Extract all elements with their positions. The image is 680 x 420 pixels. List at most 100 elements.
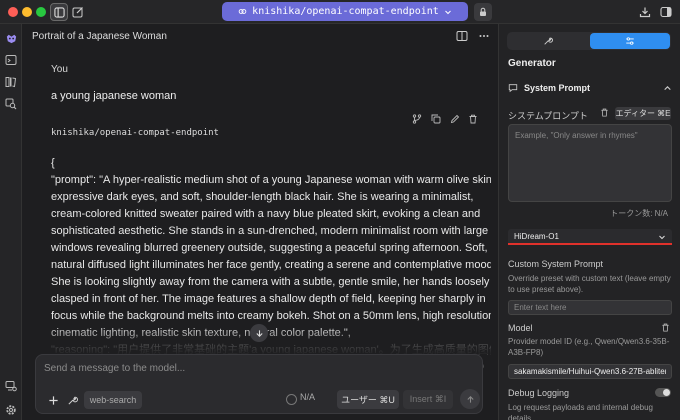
debug-logging-toggle[interactable] xyxy=(655,388,671,397)
response-line: cream-colored knitted sweater paired wit… xyxy=(51,208,481,220)
message-role-label: You xyxy=(51,64,68,75)
search-chat-icon xyxy=(5,98,17,110)
model-input[interactable] xyxy=(508,364,672,379)
sidebar-toggle-icon xyxy=(53,6,65,18)
more-options-button[interactable] xyxy=(477,29,491,43)
generator-title: Generator xyxy=(508,58,556,69)
response-line: focus while the background melts into cr… xyxy=(51,310,491,322)
copy-icon xyxy=(431,114,441,124)
system-prompt-label: システムプロンプト xyxy=(508,111,588,121)
system-prompt-title: System Prompt xyxy=(524,83,591,93)
clear-prompt-button[interactable] xyxy=(600,108,609,120)
response-model-name: knishika/openai-compat-endpoint xyxy=(51,128,219,138)
zoom-window-button[interactable] xyxy=(36,7,46,17)
split-view-icon xyxy=(456,31,468,41)
preset-value: HiDream-O1 xyxy=(514,231,559,241)
scroll-to-bottom-button[interactable] xyxy=(250,324,268,342)
rail-developer-button[interactable] xyxy=(3,378,19,394)
editor-button[interactable]: エディター ⌘E xyxy=(615,107,671,120)
system-prompt-header[interactable]: System Prompt xyxy=(508,83,590,93)
attach-button[interactable] xyxy=(44,391,62,409)
wrench-icon xyxy=(67,396,78,405)
chat-title: Portrait of a Japanese Woman xyxy=(32,31,167,42)
endpoint-selector[interactable]: knishika/openai-compat-endpoint xyxy=(222,2,468,21)
response-line: expressive dark eyes, and soft, shoulder… xyxy=(51,191,474,203)
sliders-icon xyxy=(626,37,634,45)
response-line: sophisticated aesthetic. She stands in a… xyxy=(51,225,489,237)
minimize-window-button[interactable] xyxy=(22,7,32,17)
panel-toggle-icon xyxy=(660,6,672,18)
rail-settings-button[interactable] xyxy=(3,402,19,418)
system-prompt-input[interactable] xyxy=(508,124,672,202)
close-window-button[interactable] xyxy=(8,7,18,17)
panel-toggle-button[interactable] xyxy=(657,3,675,21)
new-chat-button[interactable] xyxy=(69,3,87,21)
response-line: She is looking slightly away from the ca… xyxy=(51,276,490,288)
endpoint-name: knishika/openai-compat-endpoint xyxy=(252,6,439,17)
split-view-button[interactable] xyxy=(455,29,469,43)
web-search-toggle[interactable]: web-search xyxy=(84,391,142,409)
user-message: a young japanese woman xyxy=(51,90,177,102)
response-line: windows revealing blurred greenery outsi… xyxy=(51,242,488,254)
arrow-up-icon xyxy=(466,395,474,403)
send-button[interactable] xyxy=(460,389,480,409)
wrench-icon xyxy=(544,37,553,45)
pencil-icon xyxy=(450,114,460,124)
custom-prompt-description: Override preset with custom text (leave … xyxy=(508,274,671,294)
rail-library-button[interactable] xyxy=(3,74,19,90)
trash-icon xyxy=(601,108,608,117)
debug-logging-description: Log request payloads and internal debug … xyxy=(508,403,653,420)
chat-area: Portrait of a Japanese Woman You a young… xyxy=(22,24,498,420)
branch-button[interactable] xyxy=(411,113,423,125)
plus-icon xyxy=(48,395,58,405)
na-radio[interactable] xyxy=(286,394,297,405)
panel-tabs xyxy=(507,32,671,50)
chevron-down-icon xyxy=(659,235,665,240)
download-button[interactable] xyxy=(636,3,654,21)
trash-icon xyxy=(662,323,669,332)
rail-chat-button[interactable] xyxy=(3,30,19,46)
chevron-up-icon xyxy=(664,86,671,91)
debug-logging-title: Debug Logging xyxy=(508,388,570,398)
na-label: N/A xyxy=(300,392,316,402)
rail-search-button[interactable] xyxy=(3,96,19,112)
tab-generator[interactable] xyxy=(590,33,670,49)
edit-button[interactable] xyxy=(449,113,461,125)
title-bar: knishika/openai-compat-endpoint xyxy=(0,0,680,24)
model-delete-button[interactable] xyxy=(661,323,670,335)
dev-icon xyxy=(5,381,17,392)
delete-message-button[interactable] xyxy=(467,113,479,125)
branch-icon xyxy=(412,114,422,124)
token-count: トークン数: N/A xyxy=(610,209,668,218)
lock-icon xyxy=(480,7,486,16)
arrow-down-icon xyxy=(255,329,263,337)
settings-panel: Generator System Prompt システムプロンプト エディター … xyxy=(498,24,680,420)
lock-button[interactable] xyxy=(474,3,492,21)
system-prompt-collapse-button[interactable] xyxy=(663,84,672,96)
custom-prompt-input[interactable] xyxy=(508,300,672,315)
book-icon xyxy=(5,77,17,88)
more-options-icon xyxy=(479,35,489,37)
preset-select[interactable]: HiDream-O1 xyxy=(508,229,672,245)
sidebar-toggle-button[interactable] xyxy=(50,3,68,21)
insert-button[interactable]: Insert ⌘I xyxy=(403,390,453,409)
response-line: natural diffused light illuminates her f… xyxy=(51,259,491,271)
tools-button[interactable] xyxy=(63,391,81,409)
tab-tools[interactable] xyxy=(508,33,588,49)
terminal-icon xyxy=(5,55,17,65)
new-chat-icon xyxy=(72,7,83,18)
app-logo-icon xyxy=(6,34,16,43)
chat-header: Portrait of a Japanese Woman xyxy=(22,24,498,48)
link-icon xyxy=(238,9,247,14)
download-icon xyxy=(639,7,651,18)
role-user-button[interactable]: ユーザー ⌘U xyxy=(337,390,399,409)
message-input[interactable] xyxy=(44,363,474,379)
rail-terminal-button[interactable] xyxy=(3,52,19,68)
chevron-down-icon xyxy=(444,10,451,14)
copy-button[interactable] xyxy=(430,113,442,125)
trash-icon xyxy=(469,114,477,124)
response-line: clasped in front of her. The image featu… xyxy=(51,293,486,305)
custom-prompt-title: Custom System Prompt xyxy=(508,259,604,269)
response-line: "prompt": "A hyper-realistic medium shot… xyxy=(51,174,491,186)
response-line: { xyxy=(51,157,55,169)
